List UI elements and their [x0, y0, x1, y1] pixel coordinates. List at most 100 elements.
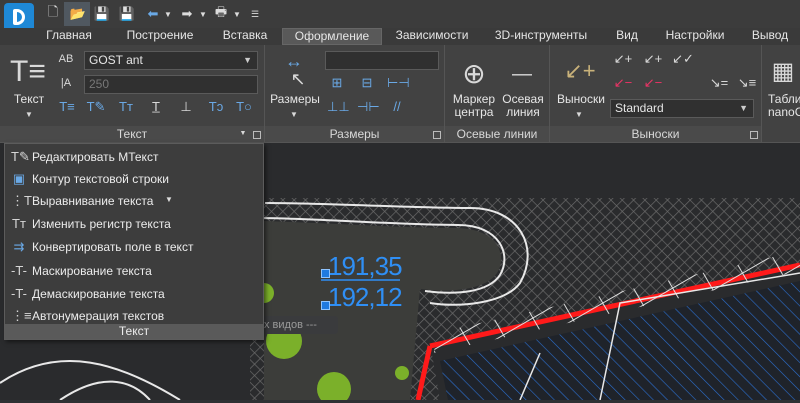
- text-panel: T≡ Текст ▼ AB GOST ant ▼ |A 250 T≡ T✎ Tт …: [0, 45, 265, 164]
- undo-icon[interactable]: ⬅: [146, 6, 160, 22]
- text-style-icon[interactable]: AB: [56, 51, 76, 67]
- tab-insert[interactable]: Вставка: [216, 28, 274, 45]
- edit-mtext-icon: T✎: [11, 149, 30, 164]
- leader-collect-icon[interactable]: ↘≡: [736, 75, 758, 91]
- menu-item-edit-mtext[interactable]: T✎ Редактировать МТекст: [5, 146, 263, 168]
- center-mark-icon[interactable]: ⊕: [457, 57, 491, 91]
- table-icon[interactable]: ▦: [768, 57, 798, 87]
- menu-item-text-unmask[interactable]: -T- Демаскирование текста: [5, 283, 263, 305]
- text-edit-icon[interactable]: T✎: [86, 99, 106, 115]
- submenu-arrow-icon: ▼: [165, 195, 173, 204]
- grip-handle[interactable]: [321, 269, 330, 278]
- tab-home[interactable]: Главная: [40, 28, 98, 45]
- tab-view[interactable]: Вид: [612, 28, 642, 45]
- save-all-icon[interactable]: 💾: [118, 6, 136, 22]
- tab-build[interactable]: Построение: [112, 28, 208, 45]
- new-file-icon[interactable]: 🗋: [46, 4, 60, 22]
- print-icon[interactable]: 🖶: [212, 4, 230, 22]
- cursor-icon: ↖: [290, 69, 306, 89]
- menu-item-text-align[interactable]: ⋮T Выравнивание текста ▼: [5, 190, 263, 212]
- text-mask-icon: -T-: [11, 263, 27, 278]
- undo-dropdown-icon[interactable]: ▼: [163, 6, 173, 22]
- chevron-down-icon: ▼: [243, 55, 252, 65]
- text-dropdown-icon[interactable]: ▼: [24, 107, 34, 123]
- text-frame-icon: ▣: [12, 171, 26, 186]
- text-large-icon[interactable]: T≡: [10, 55, 46, 89]
- leader-style-combo[interactable]: Standard ▼: [610, 99, 754, 118]
- ribbon: T≡ Текст ▼ AB GOST ant ▼ |A 250 T≡ T✎ Tт …: [0, 45, 800, 164]
- save-icon[interactable]: 💾: [94, 6, 110, 22]
- dimension-text-bottom[interactable]: 192,12: [328, 282, 403, 313]
- leaders-button-label[interactable]: Выноски: [554, 93, 608, 106]
- leaders-dropdown-icon[interactable]: ▼: [574, 107, 584, 123]
- menu-footer: Текст: [5, 324, 263, 339]
- dialog-launcher-icon[interactable]: [433, 131, 441, 139]
- leader-large-icon[interactable]: ↙+: [562, 55, 598, 87]
- dimension-style-combo[interactable]: [325, 51, 439, 70]
- dialog-launcher-icon[interactable]: [253, 131, 261, 139]
- tab-design[interactable]: Оформление: [282, 28, 382, 45]
- text-underline-icon[interactable]: T̲: [146, 99, 166, 115]
- dimension-large-icon[interactable]: ↔: [277, 52, 311, 70]
- leader-style-value: Standard: [615, 101, 664, 115]
- mtext-icon[interactable]: T≡: [57, 99, 77, 115]
- menu-item-field-to-text[interactable]: ⇉ Конвертировать поле в текст: [5, 236, 263, 258]
- menu-item-text-case[interactable]: Tт Изменить регистр текста: [5, 213, 263, 235]
- text-scale-icon[interactable]: Tт: [116, 99, 136, 115]
- tab-constraints[interactable]: Зависимости: [388, 28, 476, 45]
- grip-handle[interactable]: [321, 301, 330, 310]
- dim-aligned-icon[interactable]: ⊟: [357, 75, 377, 91]
- text-height-change-icon[interactable]: Tↄ: [206, 99, 226, 115]
- menu-item-label: Автонумерация текстов: [32, 309, 165, 323]
- chevron-down-icon: ▼: [739, 103, 748, 113]
- text-align-icon: ⋮T: [11, 193, 32, 208]
- dimensions-button-label[interactable]: Размеры: [270, 93, 320, 106]
- leader-edit-icon[interactable]: ↙✓: [672, 51, 694, 67]
- text-rotate-icon[interactable]: T○: [234, 99, 254, 115]
- centerline-icon[interactable]: —: [505, 57, 539, 91]
- text-autonumber-icon: ⋮≡: [11, 308, 32, 323]
- dim-continue-icon[interactable]: ⊥⊥: [327, 99, 350, 115]
- table-label-2[interactable]: nanoC: [768, 106, 800, 119]
- menu-item-label: Контур текстовой строки: [32, 172, 169, 186]
- dim-baseline-icon[interactable]: ⊢⊣: [387, 75, 410, 91]
- dim-linear-icon[interactable]: ⊞: [327, 75, 347, 91]
- text-case-icon: Tт: [12, 216, 26, 231]
- leader-remove-icon[interactable]: ↙−: [612, 75, 634, 91]
- customize-icon[interactable]: ☰: [250, 6, 260, 22]
- leader-align-icon[interactable]: ↘=: [708, 75, 730, 91]
- text-justify-icon[interactable]: ⊥: [176, 99, 196, 115]
- leader-remove2-icon[interactable]: ↙−: [642, 75, 664, 91]
- open-folder-icon[interactable]: 📂: [68, 6, 88, 22]
- text-unmask-icon: -T-: [11, 286, 27, 301]
- leader-add2-icon[interactable]: ↙+: [642, 51, 664, 67]
- redo-dropdown-icon[interactable]: ▼: [198, 6, 208, 22]
- dimensions-dropdown-icon[interactable]: ▼: [289, 107, 299, 123]
- dimension-text-top[interactable]: 191,35: [328, 251, 403, 282]
- dialog-launcher-icon[interactable]: [750, 131, 758, 139]
- text-button-label[interactable]: Текст: [12, 93, 46, 106]
- menu-item-text-frame[interactable]: ▣ Контур текстовой строки: [5, 168, 263, 190]
- field-to-text-icon: ⇉: [13, 239, 25, 254]
- tab-output[interactable]: Вывод: [745, 28, 795, 45]
- text-height-icon: |A: [60, 77, 72, 89]
- text-height-value: 250: [89, 77, 110, 91]
- leader-add-icon[interactable]: ↙+: [612, 51, 634, 67]
- dim-break-icon[interactable]: ⊣⊢: [357, 99, 380, 115]
- centerline-label-2[interactable]: линия: [500, 106, 546, 119]
- text-height-field[interactable]: 250: [84, 75, 258, 94]
- redo-icon[interactable]: ➡: [180, 6, 194, 22]
- tab-settings[interactable]: Настройки: [660, 28, 730, 45]
- menu-item-label: Редактировать МТекст: [32, 150, 159, 164]
- print-dropdown-icon[interactable]: ▼: [232, 6, 242, 22]
- text-panel-dropdown-menu: T✎ Редактировать МТекст ▣ Контур текстов…: [4, 143, 264, 340]
- tab-3d-tools[interactable]: 3D-инструменты: [486, 28, 596, 45]
- panel-expand-icon[interactable]: ▼: [238, 129, 248, 139]
- font-combo[interactable]: GOST ant ▼: [84, 51, 258, 70]
- dim-oblique-icon[interactable]: //: [387, 99, 407, 115]
- leaders-panel-title: Выноски: [550, 126, 761, 142]
- menu-item-text-mask[interactable]: -T- Маскирование текста: [5, 260, 263, 282]
- menu-item-label: Маскирование текста: [32, 264, 152, 278]
- font-value: GOST ant: [89, 53, 143, 67]
- center-mark-label-2[interactable]: центра: [449, 106, 499, 119]
